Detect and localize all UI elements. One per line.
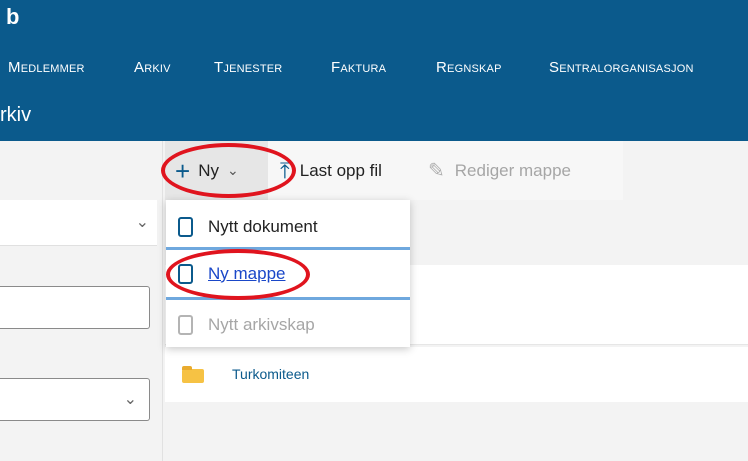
nav-tjenester[interactable]: Tjenester xyxy=(214,59,282,76)
new-button-label: Ny xyxy=(198,160,219,180)
menu-item-new-document[interactable]: Nytt dokument xyxy=(166,204,410,250)
nav-faktura[interactable]: Faktura xyxy=(331,59,386,76)
document-icon xyxy=(178,315,193,335)
sidebar-search-input[interactable] xyxy=(0,286,150,329)
folder-icon xyxy=(182,366,204,383)
menu-item-label: Nytt dokument xyxy=(208,217,318,236)
nav-sentralorganisasjon[interactable]: Sentralorganisasjon xyxy=(549,59,694,76)
folder-row[interactable]: Turkomiteen xyxy=(165,347,748,402)
edit-folder-label: Rediger mappe xyxy=(454,160,572,180)
chevron-down-icon: ⌄ xyxy=(226,162,239,178)
plus-icon: + xyxy=(175,155,191,186)
menu-item-label: Ny mappe xyxy=(208,263,286,283)
upload-icon: ⤒ xyxy=(280,157,290,183)
edit-folder-button[interactable]: ✎ Rediger mappe xyxy=(428,141,571,200)
document-icon xyxy=(178,263,193,284)
upload-file-button[interactable]: ⤒ Last opp fil xyxy=(280,141,382,200)
chevron-down-icon: ⌄ xyxy=(123,391,137,408)
new-dropdown-menu: Nytt dokument Ny mappe Nytt arkivskap xyxy=(166,200,410,347)
sidebar-select[interactable]: ⌄ xyxy=(0,200,157,246)
nav-medlemmer[interactable]: Medlemmer xyxy=(8,59,85,76)
sidebar-filter-select[interactable]: ⌄ xyxy=(0,378,150,421)
brand-text: b xyxy=(6,4,20,29)
document-icon xyxy=(178,217,193,237)
nav-regnskap[interactable]: Regnskap xyxy=(436,59,502,76)
page-breadcrumb: rkiv xyxy=(0,104,32,126)
chevron-down-icon: ⌄ xyxy=(135,214,149,231)
folder-name[interactable]: Turkomiteen xyxy=(232,366,309,382)
menu-item-new-folder[interactable]: Ny mappe xyxy=(166,247,410,300)
menu-item-new-archive-cabinet[interactable]: Nytt arkivskap xyxy=(166,302,410,348)
pencil-icon: ✎ xyxy=(428,160,445,182)
top-header: b Medlemmer Arkiv Tjenester Faktura Regn… xyxy=(0,0,748,141)
menu-item-label: Nytt arkivskap xyxy=(208,315,315,334)
command-bar: + Ny ⌄ ⤒ Last opp fil ✎ Rediger mappe xyxy=(165,141,623,200)
new-button[interactable]: + Ny ⌄ xyxy=(165,141,268,200)
nav-arkiv[interactable]: Arkiv xyxy=(134,59,171,76)
upload-file-label: Last opp fil xyxy=(299,160,382,180)
